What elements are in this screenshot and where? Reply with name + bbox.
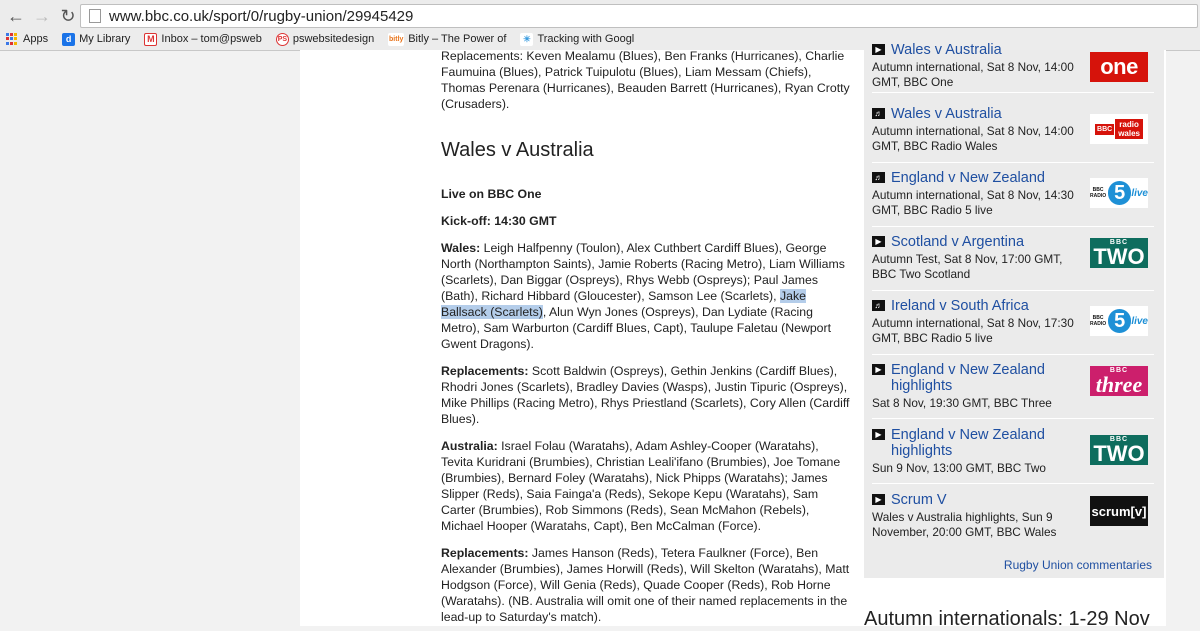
kickoff: Kick-off: 14:30 GMT <box>441 214 557 228</box>
article-body: Replacements: Keven Mealamu (Blues), Ben… <box>441 49 853 625</box>
top-replacements: Replacements: Keven Mealamu (Blues), Ben… <box>441 49 850 111</box>
broadcast-desc: Wales v Australia highlights, Sun 9 Nove… <box>872 510 1057 539</box>
bookmark-tracking[interactable]: ☀ Tracking with Googl <box>520 32 635 46</box>
bookmark-my-library[interactable]: d My Library <box>62 32 131 46</box>
broadcast-item[interactable]: ♬ Ireland v South Africa Autumn internati… <box>872 298 1154 355</box>
bookmark-bitly[interactable]: bitly Bitly – The Power of <box>388 32 507 46</box>
replacements-label: Replacements: <box>441 364 529 378</box>
scrum-v-logo: scrum[v] <box>1090 496 1148 526</box>
bookmark-label: My Library <box>79 33 131 45</box>
reload-icon[interactable]: ↻ <box>56 4 80 28</box>
bbc-two-logo: BBC TWO <box>1090 238 1148 268</box>
replacements-label: Replacements: <box>441 546 529 560</box>
bookmark-label: Tracking with Googl <box>537 33 635 45</box>
bookmarks-bar: Apps d My Library M Inbox – tom@psweb PS… <box>0 30 642 48</box>
psweb-icon: PS <box>275 32 289 46</box>
broadcast-sidebar: ▶ Wales v Australia Autumn international,… <box>864 42 1164 578</box>
bookmark-label: Bitly – The Power of <box>408 33 507 45</box>
bbc-radio-wales-logo: BBC radio wales <box>1090 114 1148 144</box>
video-icon: ▶ <box>872 44 885 55</box>
broadcast-item[interactable]: ▶ England v New Zealand highlights Sun 9 … <box>872 427 1154 484</box>
gmail-icon: M <box>144 32 158 46</box>
broadcast-item[interactable]: ▶ England v New Zealand highlights Sat 8 … <box>872 362 1154 419</box>
page-icon <box>89 9 101 23</box>
wales-label: Wales: <box>441 241 481 255</box>
autumn-internationals-heading: Autumn internationals: 1-29 Nov <box>864 608 1150 630</box>
australia-players: Israel Folau (Waratahs), Adam Ashley-Coo… <box>441 439 841 533</box>
broadcast-desc: Autumn Test, Sat 8 Nov, 17:00 GMT, BBC T… <box>872 252 1063 281</box>
video-icon: ▶ <box>872 429 885 440</box>
australia-replacements: Replacements: James Hanson (Reds), Teter… <box>441 545 853 625</box>
address-bar[interactable] <box>80 4 1198 28</box>
broadcast-desc: Autumn international, Sat 8 Nov, 14:00 G… <box>872 60 1074 89</box>
broadcast-title[interactable]: ▶ England v New Zealand highlights <box>872 362 1072 394</box>
nav-buttons: ← → ↻ <box>4 4 80 28</box>
bookmark-label: pswebsitedesign <box>292 33 375 45</box>
broadcast-item[interactable]: ▶ Scotland v Argentina Autumn Test, Sat 8… <box>872 234 1154 291</box>
video-icon: ▶ <box>872 236 885 247</box>
bbc-two-logo: BBC TWO <box>1090 435 1148 465</box>
video-icon: ▶ <box>872 494 885 505</box>
bookmark-apps[interactable]: Apps <box>6 32 49 46</box>
radio-5-live-logo: BBC RADIO 5 live <box>1090 178 1148 208</box>
tracking-icon: ☀ <box>520 32 534 46</box>
video-icon: ▶ <box>872 364 885 375</box>
bbc-three-logo: BBC three <box>1090 366 1148 396</box>
broadcast-item[interactable]: ▶ Scrum V Wales v Australia highlights, S… <box>872 492 1154 548</box>
bookmark-pswebsitedesign[interactable]: PS pswebsitedesign <box>275 32 375 46</box>
bookmark-label: Apps <box>23 33 49 45</box>
australia-label: Australia: <box>441 439 498 453</box>
broadcast-title[interactable]: ▶ England v New Zealand highlights <box>872 427 1072 459</box>
bbc-one-logo: one <box>1090 52 1148 82</box>
broadcast-item[interactable]: ▶ Wales v Australia Autumn international,… <box>872 42 1154 93</box>
live-on: Live on BBC One <box>441 187 542 201</box>
broadcast-desc: Autumn international, Sat 8 Nov, 14:00 G… <box>872 124 1074 153</box>
bitly-icon: bitly <box>388 32 405 46</box>
broadcast-item[interactable]: ♬ Wales v Australia Autumn international,… <box>872 106 1154 163</box>
audio-icon: ♬ <box>872 108 885 119</box>
page-content: Replacements: Keven Mealamu (Blues), Ben… <box>300 42 1166 630</box>
url-input[interactable] <box>109 7 1109 25</box>
rugby-union-commentaries-link[interactable]: Rugby Union commentaries <box>1004 558 1152 572</box>
audio-icon: ♬ <box>872 172 885 183</box>
broadcast-desc: Autumn international, Sat 8 Nov, 17:30 G… <box>872 316 1074 345</box>
broadcast-desc: Sun 9 Nov, 13:00 GMT, BBC Two <box>872 461 1046 475</box>
bookmark-inbox[interactable]: M Inbox – tom@psweb <box>144 32 262 46</box>
australia-lineup: Australia: Israel Folau (Waratahs), Adam… <box>441 438 853 534</box>
section-heading: Wales v Australia <box>441 139 594 161</box>
broadcast-desc: Sat 8 Nov, 19:30 GMT, BBC Three <box>872 396 1052 410</box>
back-arrow-icon[interactable]: ← <box>4 4 28 28</box>
apps-grid-icon <box>6 32 19 46</box>
wales-replacements: Replacements: Scott Baldwin (Ospreys), G… <box>441 363 853 427</box>
broadcast-item[interactable]: ♬ England v New Zealand Autumn internatio… <box>872 170 1154 227</box>
wales-lineup: Wales: Leigh Halfpenny (Toulon), Alex Cu… <box>441 240 853 352</box>
audio-icon: ♬ <box>872 300 885 311</box>
radio-5-live-logo: BBC RADIO 5 live <box>1090 306 1148 336</box>
bookmark-label: Inbox – tom@psweb <box>161 33 262 45</box>
delicious-icon: d <box>62 32 76 46</box>
forward-arrow-icon[interactable]: → <box>30 4 54 28</box>
broadcast-desc: Autumn international, Sat 8 Nov, 14:30 G… <box>872 188 1074 217</box>
